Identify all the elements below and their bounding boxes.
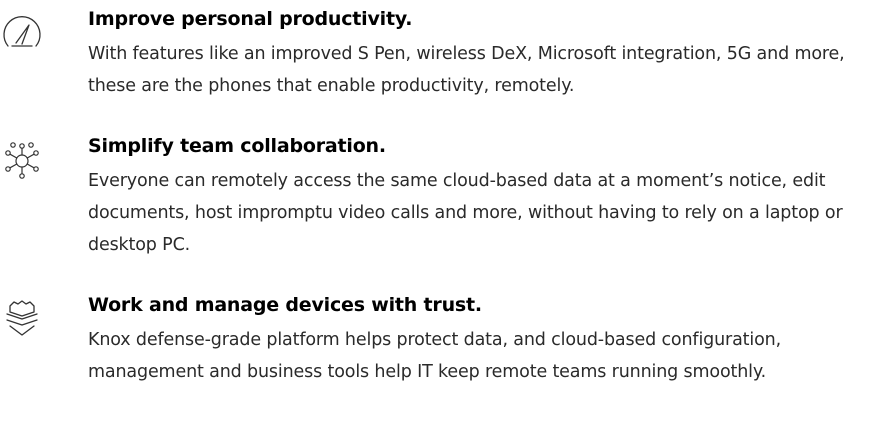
feature-title: Work and manage devices with trust.: [88, 294, 482, 316]
network-hub-icon: [2, 141, 42, 181]
shield-icon: [2, 298, 42, 338]
feature-title: Improve personal productivity.: [88, 8, 413, 30]
feature-title: Simplify team collaboration.: [88, 135, 386, 157]
feature-description: Knox defense-grade platform helps protec…: [88, 330, 782, 382]
feature-description: Everyone can remotely access the same cl…: [88, 171, 843, 255]
feature-description: With features like an improved S Pen, wi…: [88, 44, 845, 96]
speedometer-icon: [2, 12, 42, 52]
